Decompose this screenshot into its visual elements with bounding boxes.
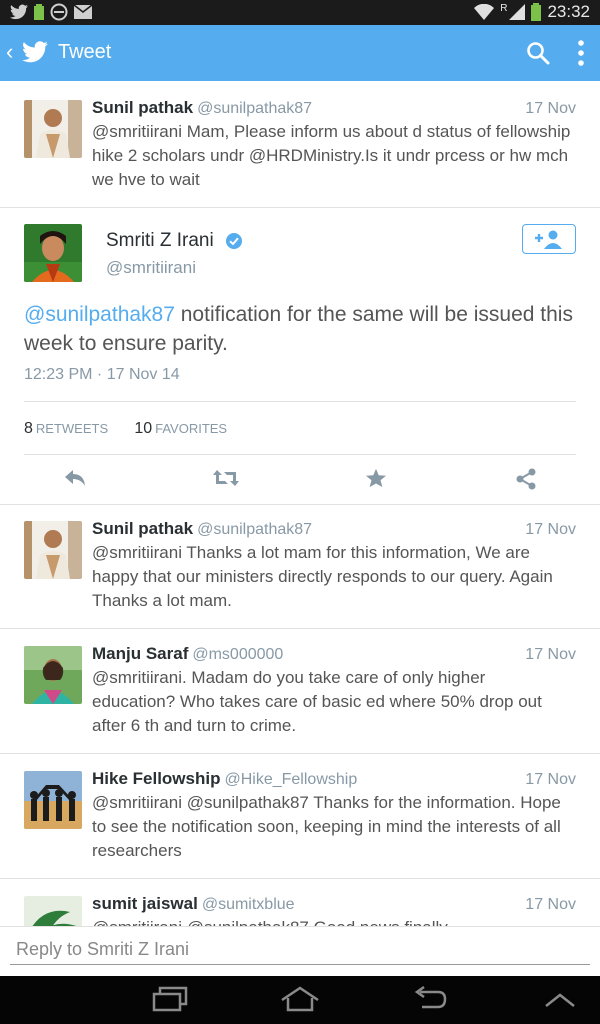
tweet-handle: @Hike_Fellowship <box>224 771 358 788</box>
list-item[interactable]: Manju Saraf @ms000000 17 Nov @smritiirani… <box>0 629 600 754</box>
tweet-author[interactable]: Manju Saraf @ms000000 <box>92 644 283 664</box>
status-bar: R 23:32 <box>0 0 600 25</box>
twitter-icon <box>10 4 28 20</box>
divider <box>24 454 576 455</box>
avatar[interactable] <box>24 771 82 829</box>
list-item[interactable]: Sunil pathak @sunilpathak87 17 Nov @smrit… <box>0 81 600 208</box>
tweet-date: 17 Nov <box>525 521 576 538</box>
home-icon[interactable] <box>280 986 320 1012</box>
avatar[interactable] <box>24 100 82 158</box>
follow-button[interactable] <box>522 224 576 254</box>
reply-icon[interactable] <box>63 468 87 488</box>
retweets-count[interactable]: 8 RETWEETS <box>24 420 130 437</box>
roaming-indicator: R <box>500 2 508 14</box>
search-icon[interactable] <box>526 41 550 65</box>
tweet-date: 17 Nov <box>525 100 576 117</box>
tweet-handle: @sumitxblue <box>201 896 295 913</box>
back-icon[interactable] <box>412 986 448 1012</box>
do-not-disturb-icon <box>50 3 68 21</box>
mention-link[interactable]: @sunilpathak87 <box>24 303 175 326</box>
share-icon[interactable] <box>515 468 537 490</box>
tweet-text: @smritiirani Thanks a lot mam for this i… <box>92 543 553 610</box>
tweet-text: @smritiirani. Madam do you take care of … <box>92 668 542 735</box>
overflow-menu-icon[interactable] <box>576 39 586 67</box>
tweet-body: @sunilpathak87 notification for the same… <box>24 303 573 355</box>
app-bar: ‹ Tweet <box>0 25 600 81</box>
reply-composer <box>0 926 600 977</box>
tweet-handle: @sunilpathak87 <box>197 521 313 538</box>
tweet-stats: 8 RETWEETS 10 FAVORITES <box>24 420 249 438</box>
battery-icon <box>531 3 542 21</box>
avatar[interactable] <box>24 521 82 579</box>
up-chevron-icon[interactable]: ‹ <box>6 39 13 65</box>
tweet-text: @smritiirani @sunilpathak87 Thanks for t… <box>92 793 561 860</box>
tweet-author[interactable]: Hike Fellowship @Hike_Fellowship <box>92 769 357 789</box>
favorite-star-icon[interactable] <box>365 468 387 488</box>
divider <box>24 401 576 402</box>
page-title: Tweet <box>58 41 112 63</box>
tweet-date: 17 Nov <box>525 896 576 913</box>
tweet-date: 17 Nov <box>525 646 576 663</box>
twitter-logo-icon[interactable] <box>22 41 48 63</box>
avatar[interactable] <box>24 646 82 704</box>
reply-input[interactable] <box>10 935 590 965</box>
signal-icon <box>509 4 526 20</box>
tweet-text: @smritiirani Mam, Please inform us about… <box>92 122 571 189</box>
mail-icon <box>74 5 92 19</box>
retweet-icon[interactable] <box>212 468 240 488</box>
tweet-author[interactable]: Sunil pathak @sunilpathak87 <box>92 98 312 118</box>
tweet-timestamp: 12:23 PM · 17 Nov 14 <box>24 366 180 383</box>
list-item[interactable]: Hike Fellowship @Hike_Fellowship 17 Nov @… <box>0 754 600 879</box>
battery-small-icon <box>34 4 44 20</box>
avatar[interactable] <box>24 224 82 282</box>
main-tweet: Smriti Z Irani @smritiirani @sunilpathak… <box>0 208 600 505</box>
recent-apps-icon[interactable] <box>152 986 188 1012</box>
author-handle[interactable]: @smritiirani <box>106 258 196 278</box>
author-name[interactable]: Smriti Z Irani <box>106 230 214 252</box>
status-time: 23:32 <box>547 2 590 21</box>
favorites-count[interactable]: 10 FAVORITES <box>134 420 249 437</box>
add-user-icon <box>535 230 562 249</box>
tweet-handle: @sunilpathak87 <box>197 100 313 117</box>
tweet-author[interactable]: sumit jaiswal @sumitxblue <box>92 894 295 914</box>
chevron-up-icon[interactable] <box>544 992 576 1008</box>
verified-badge-icon <box>226 233 242 249</box>
list-item[interactable]: Sunil pathak @sunilpathak87 17 Nov @smrit… <box>0 504 600 629</box>
tweet-date: 17 Nov <box>525 771 576 788</box>
wifi-icon <box>474 4 495 20</box>
tweet-author[interactable]: Sunil pathak @sunilpathak87 <box>92 519 312 539</box>
system-nav-bar <box>0 976 600 1024</box>
tweet-handle: @ms000000 <box>192 646 284 663</box>
